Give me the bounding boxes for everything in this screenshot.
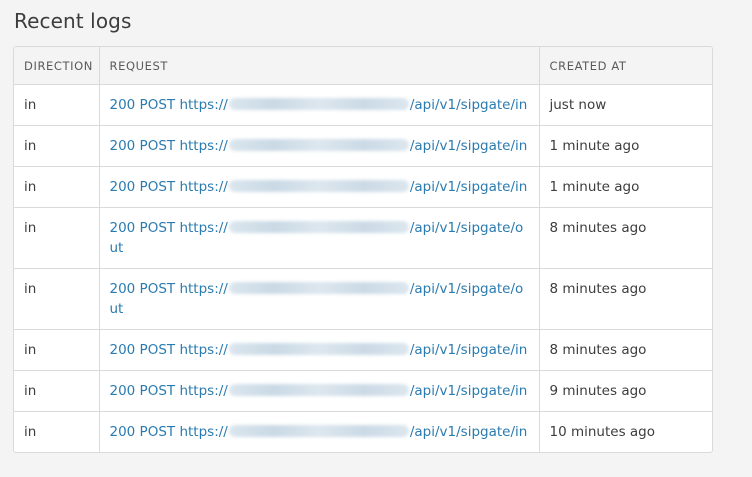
- request-scheme: https://: [179, 281, 228, 297]
- direction-cell: in: [14, 329, 100, 371]
- request-path: /api/v1/sipgate/in: [409, 97, 528, 113]
- request-status-method: 200 POST: [109, 383, 176, 399]
- direction-cell: in: [14, 268, 100, 330]
- request-cell: 200 POST https:///api/v1/sipgate/out: [99, 268, 540, 330]
- request-cell: 200 POST https:// /api/v1/sipgate/in: [99, 329, 540, 371]
- request-link[interactable]: 200 POST https:// /api/v1/sipgate/in: [110, 383, 528, 399]
- created-at-cell: 8 minutes ago: [539, 207, 712, 269]
- header-row: DIRECTION REQUEST CREATED AT: [14, 47, 712, 85]
- table-body: in 200 POST https:// /api/v1/sipgate/in j…: [14, 84, 712, 452]
- redacted-host: [228, 98, 409, 110]
- created-at-cell: 8 minutes ago: [539, 268, 712, 330]
- created-at-cell: just now: [539, 84, 712, 126]
- table-row: in 200 POST https:// /api/v1/sipgate/in j…: [14, 84, 712, 126]
- request-scheme: https://: [179, 424, 228, 440]
- request-cell: 200 POST https:// /api/v1/sipgate/in: [99, 411, 540, 452]
- redacted-host: [228, 139, 409, 151]
- request-link[interactable]: 200 POST https:// /api/v1/sipgate/in: [110, 138, 528, 154]
- request-scheme: https://: [179, 383, 228, 399]
- request-status-method: 200 POST: [109, 138, 176, 154]
- redacted-host: [228, 384, 409, 396]
- table-row: in 200 POST https:///api/v1/sipgate/out …: [14, 268, 712, 330]
- request-link[interactable]: 200 POST https:///api/v1/sipgate/out: [110, 281, 524, 317]
- request-scheme: https://: [179, 97, 228, 113]
- table-row: in 200 POST https:// /api/v1/sipgate/in 1…: [14, 125, 712, 167]
- redacted-host: [228, 282, 409, 294]
- direction-cell: in: [14, 411, 100, 452]
- column-header-created-at: CREATED AT: [539, 47, 712, 85]
- direction-cell: in: [14, 125, 100, 167]
- request-cell: 200 POST https:// /api/v1/sipgate/in: [99, 166, 540, 208]
- redacted-host: [228, 180, 409, 192]
- request-path: /api/v1/sipgate/in: [409, 383, 528, 399]
- logs-table: DIRECTION REQUEST CREATED AT in 200 POST…: [14, 47, 712, 452]
- redacted-host: [228, 343, 409, 355]
- logs-table-container: DIRECTION REQUEST CREATED AT in 200 POST…: [13, 46, 713, 453]
- column-header-direction: DIRECTION: [14, 47, 100, 85]
- direction-cell: in: [14, 166, 100, 208]
- request-path: /api/v1/sipgate/in: [409, 138, 528, 154]
- direction-cell: in: [14, 370, 100, 412]
- request-cell: 200 POST https:// /api/v1/sipgate/in: [99, 84, 540, 126]
- request-scheme: https://: [179, 342, 228, 358]
- created-at-cell: 8 minutes ago: [539, 329, 712, 371]
- request-path: /api/v1/sipgate/in: [409, 179, 528, 195]
- table-header: DIRECTION REQUEST CREATED AT: [14, 47, 712, 85]
- request-cell: 200 POST https:///api/v1/sipgate/out: [99, 207, 540, 269]
- request-status-method: 200 POST: [109, 342, 176, 358]
- request-link[interactable]: 200 POST https:// /api/v1/sipgate/in: [110, 179, 528, 195]
- table-row: in 200 POST https:// /api/v1/sipgate/in 1…: [14, 411, 712, 452]
- section-title: Recent logs: [14, 9, 132, 33]
- request-cell: 200 POST https:// /api/v1/sipgate/in: [99, 125, 540, 167]
- request-cell: 200 POST https:// /api/v1/sipgate/in: [99, 370, 540, 412]
- column-header-request: REQUEST: [99, 47, 540, 85]
- created-at-cell: 9 minutes ago: [539, 370, 712, 412]
- request-status-method: 200 POST: [109, 281, 176, 297]
- recent-logs-panel: Recent logs DIRECTION REQUEST CREATED AT…: [0, 0, 752, 477]
- request-link[interactable]: 200 POST https:// /api/v1/sipgate/in: [110, 342, 528, 358]
- request-path: /api/v1/sipgate/in: [409, 424, 528, 440]
- request-link[interactable]: 200 POST https:// /api/v1/sipgate/in: [110, 97, 528, 113]
- created-at-cell: 1 minute ago: [539, 125, 712, 167]
- table-row: in 200 POST https:// /api/v1/sipgate/in 9…: [14, 370, 712, 412]
- request-link[interactable]: 200 POST https:///api/v1/sipgate/out: [110, 220, 524, 256]
- request-status-method: 200 POST: [109, 97, 176, 113]
- direction-cell: in: [14, 84, 100, 126]
- direction-cell: in: [14, 207, 100, 269]
- request-status-method: 200 POST: [109, 220, 176, 236]
- created-at-cell: 1 minute ago: [539, 166, 712, 208]
- request-scheme: https://: [179, 179, 228, 195]
- request-link[interactable]: 200 POST https:// /api/v1/sipgate/in: [110, 424, 528, 440]
- request-scheme: https://: [179, 220, 228, 236]
- created-at-cell: 10 minutes ago: [549, 424, 656, 440]
- table-row: in 200 POST https:///api/v1/sipgate/out …: [14, 207, 712, 269]
- request-scheme: https://: [179, 138, 228, 154]
- table-row: in 200 POST https:// /api/v1/sipgate/in 1…: [14, 166, 712, 208]
- table-row: in 200 POST https:// /api/v1/sipgate/in 8…: [14, 329, 712, 371]
- request-status-method: 200 POST: [109, 179, 176, 195]
- request-path: /api/v1/sipgate/in: [409, 342, 528, 358]
- redacted-host: [228, 425, 409, 437]
- redacted-host: [228, 221, 409, 233]
- request-status-method: 200 POST: [109, 424, 176, 440]
